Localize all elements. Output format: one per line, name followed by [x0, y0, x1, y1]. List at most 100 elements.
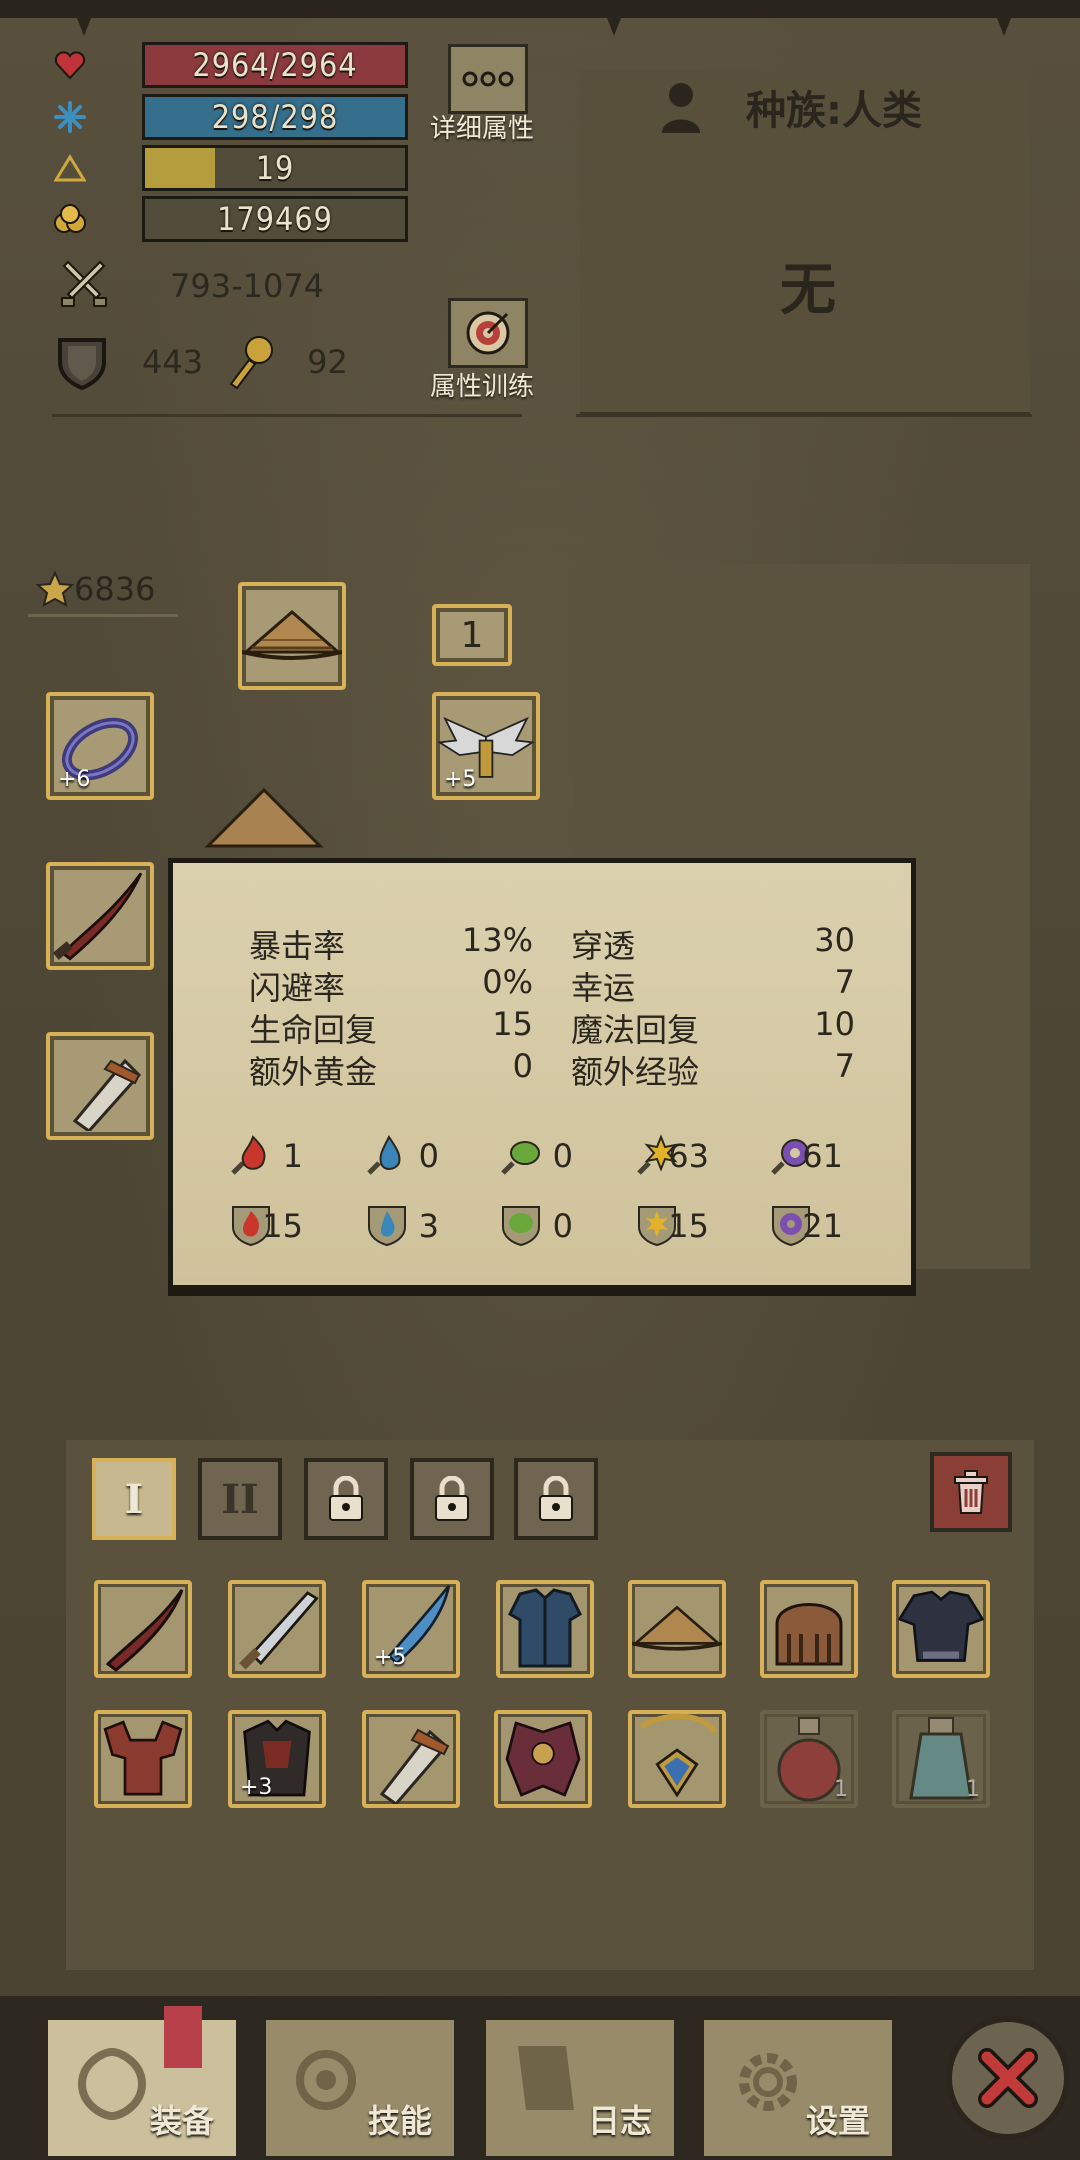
- hp-row: 2964/2964: [50, 42, 408, 88]
- nav-equipment-button[interactable]: 装备: [44, 2006, 240, 2160]
- helmet-slot[interactable]: [238, 582, 346, 690]
- tooltip-label: 穿透: [571, 927, 636, 965]
- inventory-item-blue-armor[interactable]: [496, 1580, 594, 1678]
- gloves-slot[interactable]: [46, 1032, 154, 1140]
- inventory-item-iron-helm[interactable]: [760, 1580, 858, 1678]
- divider: [52, 414, 522, 417]
- nav-skills-button[interactable]: 技能: [262, 2016, 458, 2160]
- inventory-tab-locked[interactable]: [410, 1458, 494, 1540]
- detail-attributes-button[interactable]: [448, 44, 528, 114]
- iron-helmet-icon: [775, 1603, 843, 1666]
- curved-sword-icon: [52, 872, 143, 961]
- attribute-training-label[interactable]: 属性训练: [430, 366, 534, 403]
- tooltip-label: 生命回复: [249, 1011, 378, 1049]
- ring-plus: +6: [58, 767, 91, 792]
- trash-button[interactable]: [930, 1452, 1012, 1532]
- trash-icon: [954, 1470, 988, 1514]
- water-resist-value: 3: [418, 1207, 439, 1245]
- nav-skills-label[interactable]: 技能: [368, 2096, 432, 2142]
- level-triangle-icon: [50, 148, 90, 188]
- gold-row: 179469: [50, 196, 408, 242]
- inventory-tab-1[interactable]: I: [92, 1458, 176, 1540]
- inventory-item-red-potion[interactable]: 1: [760, 1710, 858, 1808]
- border-spike: [70, 0, 98, 36]
- tooltip-value: 0: [512, 1047, 533, 1085]
- mp-bar: 298/298: [142, 94, 408, 140]
- nav-equipment-label[interactable]: 装备: [150, 2096, 214, 2142]
- ring-slot[interactable]: +6: [46, 692, 154, 800]
- magic-resist-icon: [223, 334, 279, 390]
- close-button[interactable]: [946, 2016, 1070, 2140]
- straw-hat-icon: [204, 787, 324, 848]
- skills-icon: [296, 2050, 356, 2110]
- person-icon: [662, 83, 700, 133]
- inventory-item-blue-potion[interactable]: 1: [892, 1710, 990, 1808]
- pendant-icon: [639, 1713, 718, 1798]
- inventory-tab-2[interactable]: II: [198, 1458, 282, 1540]
- water-attack-value: 0: [418, 1137, 439, 1175]
- weapon-slot[interactable]: [46, 862, 154, 970]
- inventory-item-straw-hat[interactable]: [628, 1580, 726, 1678]
- race-talent-value: 无: [780, 258, 836, 323]
- armor-vest-icon: [508, 1588, 582, 1668]
- nature-resist-value: 0: [552, 1207, 573, 1245]
- tooltip-label: 魔法回复: [571, 1011, 700, 1049]
- slot-count-badge: 1: [432, 604, 512, 666]
- border-spike: [600, 0, 628, 36]
- tooltip-value: 15: [492, 1005, 533, 1043]
- item-plus: +3: [240, 1775, 273, 1800]
- badge-count: 1: [460, 614, 484, 656]
- inventory-item-curved-blade[interactable]: [94, 1580, 192, 1678]
- character-hat: [204, 786, 324, 856]
- inventory-tab-locked[interactable]: [514, 1458, 598, 1540]
- tooltip-value: 13%: [461, 921, 533, 959]
- level-text: 19: [255, 149, 295, 187]
- inventory-item-beast-cloak[interactable]: [494, 1710, 592, 1808]
- inventory-item-horned-armor[interactable]: [94, 1710, 192, 1808]
- heart-icon: [50, 45, 90, 85]
- tab-label: II: [221, 1475, 259, 1523]
- inventory-tab-locked[interactable]: [304, 1458, 388, 1540]
- inventory-item-dark-armor[interactable]: +3: [228, 1710, 326, 1808]
- nav-log-label[interactable]: 日志: [588, 2096, 652, 2142]
- tooltip-label: 幸运: [571, 969, 636, 1007]
- gold-bar: 179469: [142, 196, 408, 242]
- inventory-item-pendant[interactable]: [628, 1710, 726, 1808]
- item-plus: +5: [374, 1645, 407, 1670]
- attribute-training-button[interactable]: [448, 298, 528, 368]
- level-bar: 19: [142, 145, 408, 191]
- hp-bar: 2964/2964: [142, 42, 408, 88]
- border-spike: [990, 0, 1018, 36]
- race-header: 种族:人类: [660, 78, 922, 136]
- crossed-swords-icon: [56, 258, 112, 314]
- nav-log-button[interactable]: 日志: [482, 2016, 678, 2160]
- race-label: 种族:人类: [746, 88, 922, 134]
- amulet-slot[interactable]: +5: [432, 692, 540, 800]
- mp-text: 298/298: [211, 98, 339, 136]
- mp-row: 298/298: [50, 94, 408, 140]
- inventory-item-broadsword[interactable]: [228, 1580, 326, 1678]
- attack-row: 793-1074: [56, 258, 324, 314]
- close-icon: [978, 2048, 1038, 2108]
- tab-label: I: [124, 1475, 144, 1523]
- tooltip-value: 0%: [482, 963, 533, 1001]
- inventory-item-blue-dagger[interactable]: +5: [362, 1580, 460, 1678]
- mana-icon: [50, 97, 90, 137]
- detail-attributes-label[interactable]: 详细属性: [430, 108, 534, 145]
- nature-attack-value: 0: [552, 1137, 573, 1175]
- inventory-item-dark-robe[interactable]: [892, 1580, 990, 1678]
- attack-value: 793-1074: [170, 267, 325, 305]
- item-count: 1: [834, 1777, 848, 1802]
- straw-hat-icon: [242, 610, 342, 660]
- nav-settings-button[interactable]: 设置: [700, 2016, 896, 2160]
- attribute-tooltip: 暴击率 13% 闪避率 0% 生命回复 15 额外黄金 0 穿透 30 幸运 7…: [168, 858, 916, 1290]
- tooltip-label: 暴击率: [249, 927, 346, 965]
- arcane-attack-value: 61: [802, 1137, 843, 1175]
- armor-value: 443: [142, 343, 204, 381]
- fire-resist-value: 15: [262, 1207, 303, 1245]
- nav-settings-label[interactable]: 设置: [806, 2096, 870, 2142]
- gauntlet-icon: [379, 1728, 450, 1804]
- inventory-item-gauntlet[interactable]: [362, 1710, 460, 1808]
- equipment-score-value: 6836: [74, 570, 156, 608]
- gear-icon: [739, 2053, 797, 2111]
